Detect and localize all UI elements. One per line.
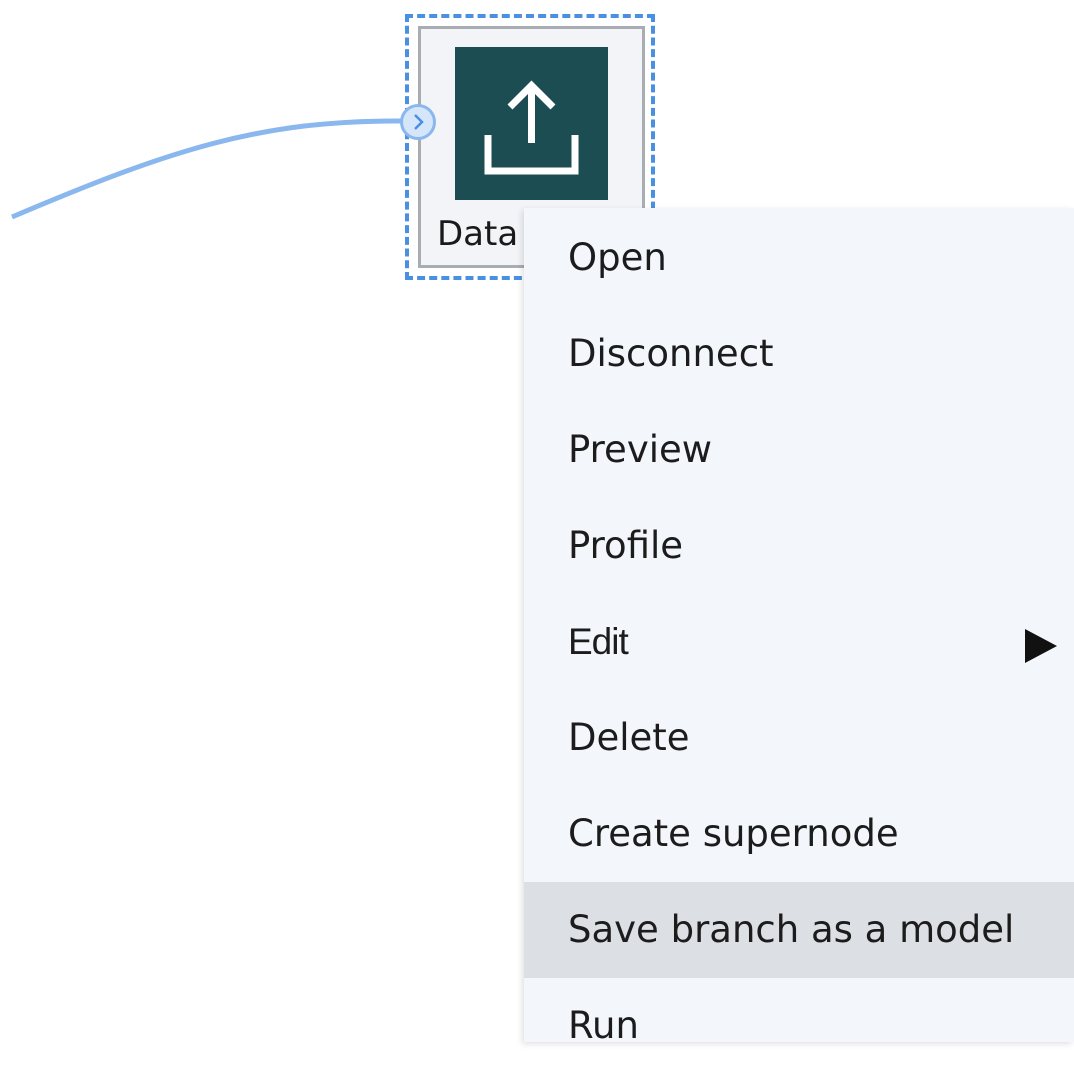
menu-item-label: Profile — [568, 524, 684, 567]
menu-item-edit[interactable]: Edit — [524, 594, 1074, 690]
input-port[interactable] — [400, 104, 436, 140]
menu-item-label: Save branch as a model — [568, 908, 1015, 951]
flow-canvas[interactable]: Data Open Disconnect Preview Profile Edi… — [0, 0, 1074, 1047]
menu-item-label: Create supernode — [568, 812, 899, 855]
menu-item-save-branch-as-model[interactable]: Save branch as a model — [524, 882, 1074, 978]
chevron-right-icon — [414, 114, 424, 130]
menu-item-label: Delete — [568, 716, 690, 759]
context-menu: Open Disconnect Preview Profile Edit Del… — [524, 208, 1074, 1047]
menu-item-label: Edit — [568, 621, 629, 662]
menu-item-disconnect[interactable]: Disconnect — [524, 306, 1074, 402]
menu-item-delete[interactable]: Delete — [524, 690, 1074, 786]
submenu-arrow-icon — [1025, 629, 1057, 663]
menu-item-profile[interactable]: Profile — [524, 498, 1074, 594]
menu-item-open[interactable]: Open — [524, 210, 1074, 306]
menu-item-run[interactable]: Run — [524, 978, 1074, 1074]
menu-item-label: Open — [568, 236, 667, 279]
menu-item-label: Preview — [568, 428, 713, 471]
menu-item-preview[interactable]: Preview — [524, 402, 1074, 498]
menu-item-label: Disconnect — [568, 332, 774, 375]
menu-item-label: Run — [568, 1004, 639, 1047]
menu-item-create-supernode[interactable]: Create supernode — [524, 786, 1074, 882]
